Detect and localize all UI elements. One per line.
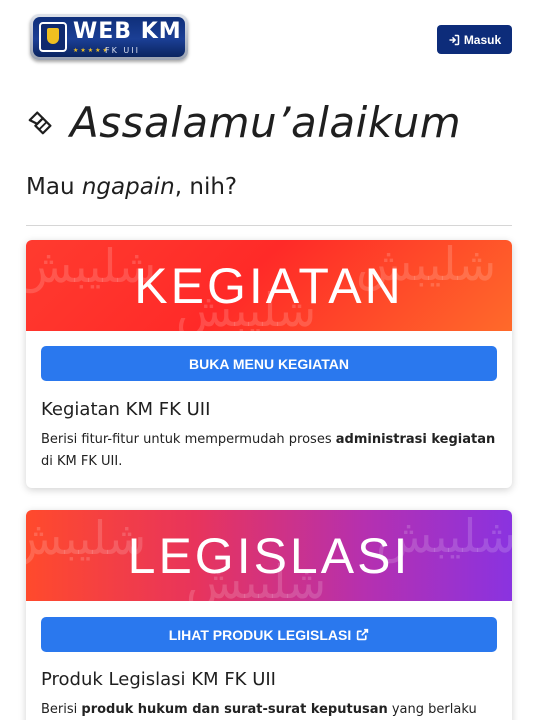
kegiatan-banner: شلیبش شلیبش شلیبش KEGIATAN: [26, 240, 512, 331]
login-label: Masuk: [463, 32, 502, 47]
kegiatan-card: شلیبش شلیبش شلیبش KEGIATAN BUKA MENU KEG…: [26, 240, 512, 488]
kegiatan-card-title: Kegiatan KM FK UII: [41, 399, 211, 420]
desc-text: di KM FK UII.: [41, 454, 123, 469]
sign-in-icon: [449, 34, 460, 45]
question-heading: Mau ngapain, nih?: [26, 174, 237, 200]
desc-bold: produk hukum dan surat-surat keputusan: [81, 702, 388, 717]
legislasi-banner-title: LEGISLASI: [127, 527, 411, 584]
web-km-logo[interactable]: WEB KM ★★★★★ FK UII: [30, 14, 188, 60]
legislasi-card: شلیبش شلیبش شلیبش LEGISLASI LIHAT PRODUK…: [26, 510, 512, 720]
university-emblem-icon: [39, 22, 67, 52]
login-button[interactable]: Masuk: [437, 25, 512, 54]
open-kegiatan-menu-label: BUKA MENU KEGIATAN: [189, 355, 349, 372]
legislasi-card-description: Berisi produk hukum dan surat-surat kepu…: [41, 699, 497, 720]
kegiatan-card-description: Berisi fitur-fitur untuk mempermudah pro…: [41, 429, 497, 473]
open-kegiatan-menu-button[interactable]: BUKA MENU KEGIATAN: [41, 346, 497, 381]
desc-text: yang berlaku: [387, 702, 477, 717]
external-link-icon: [357, 628, 369, 641]
greeting-text: Assalamu’alaikum: [70, 97, 462, 147]
handshake-icon: [28, 111, 52, 135]
divider: [26, 225, 512, 226]
view-legislasi-button[interactable]: LIHAT PRODUK LEGISLASI: [41, 617, 497, 652]
desc-text: Berisi fitur-fitur untuk mempermudah pro…: [41, 432, 336, 447]
question-emphasis: ngapain: [81, 174, 175, 200]
top-bar: WEB KM ★★★★★ FK UII Masuk: [0, 0, 540, 80]
desc-bold: administrasi kegiatan: [335, 432, 496, 447]
desc-text: Berisi: [41, 702, 82, 717]
greeting: Assalamu’alaikum: [26, 92, 461, 152]
logo-inner: WEB KM ★★★★★ FK UII: [33, 17, 185, 57]
logo-main-text: WEB KM: [73, 19, 182, 44]
logo-sub-text: FK UII: [105, 46, 140, 55]
kegiatan-banner-title: KEGIATAN: [134, 257, 404, 314]
question-prefix: Mau: [26, 174, 82, 200]
view-legislasi-label: LIHAT PRODUK LEGISLASI: [168, 626, 352, 643]
legislasi-card-title: Produk Legislasi KM FK UII: [41, 669, 276, 690]
question-suffix: , nih?: [174, 174, 238, 200]
legislasi-banner: شلیبش شلیبش شلیبش LEGISLASI: [26, 510, 512, 601]
